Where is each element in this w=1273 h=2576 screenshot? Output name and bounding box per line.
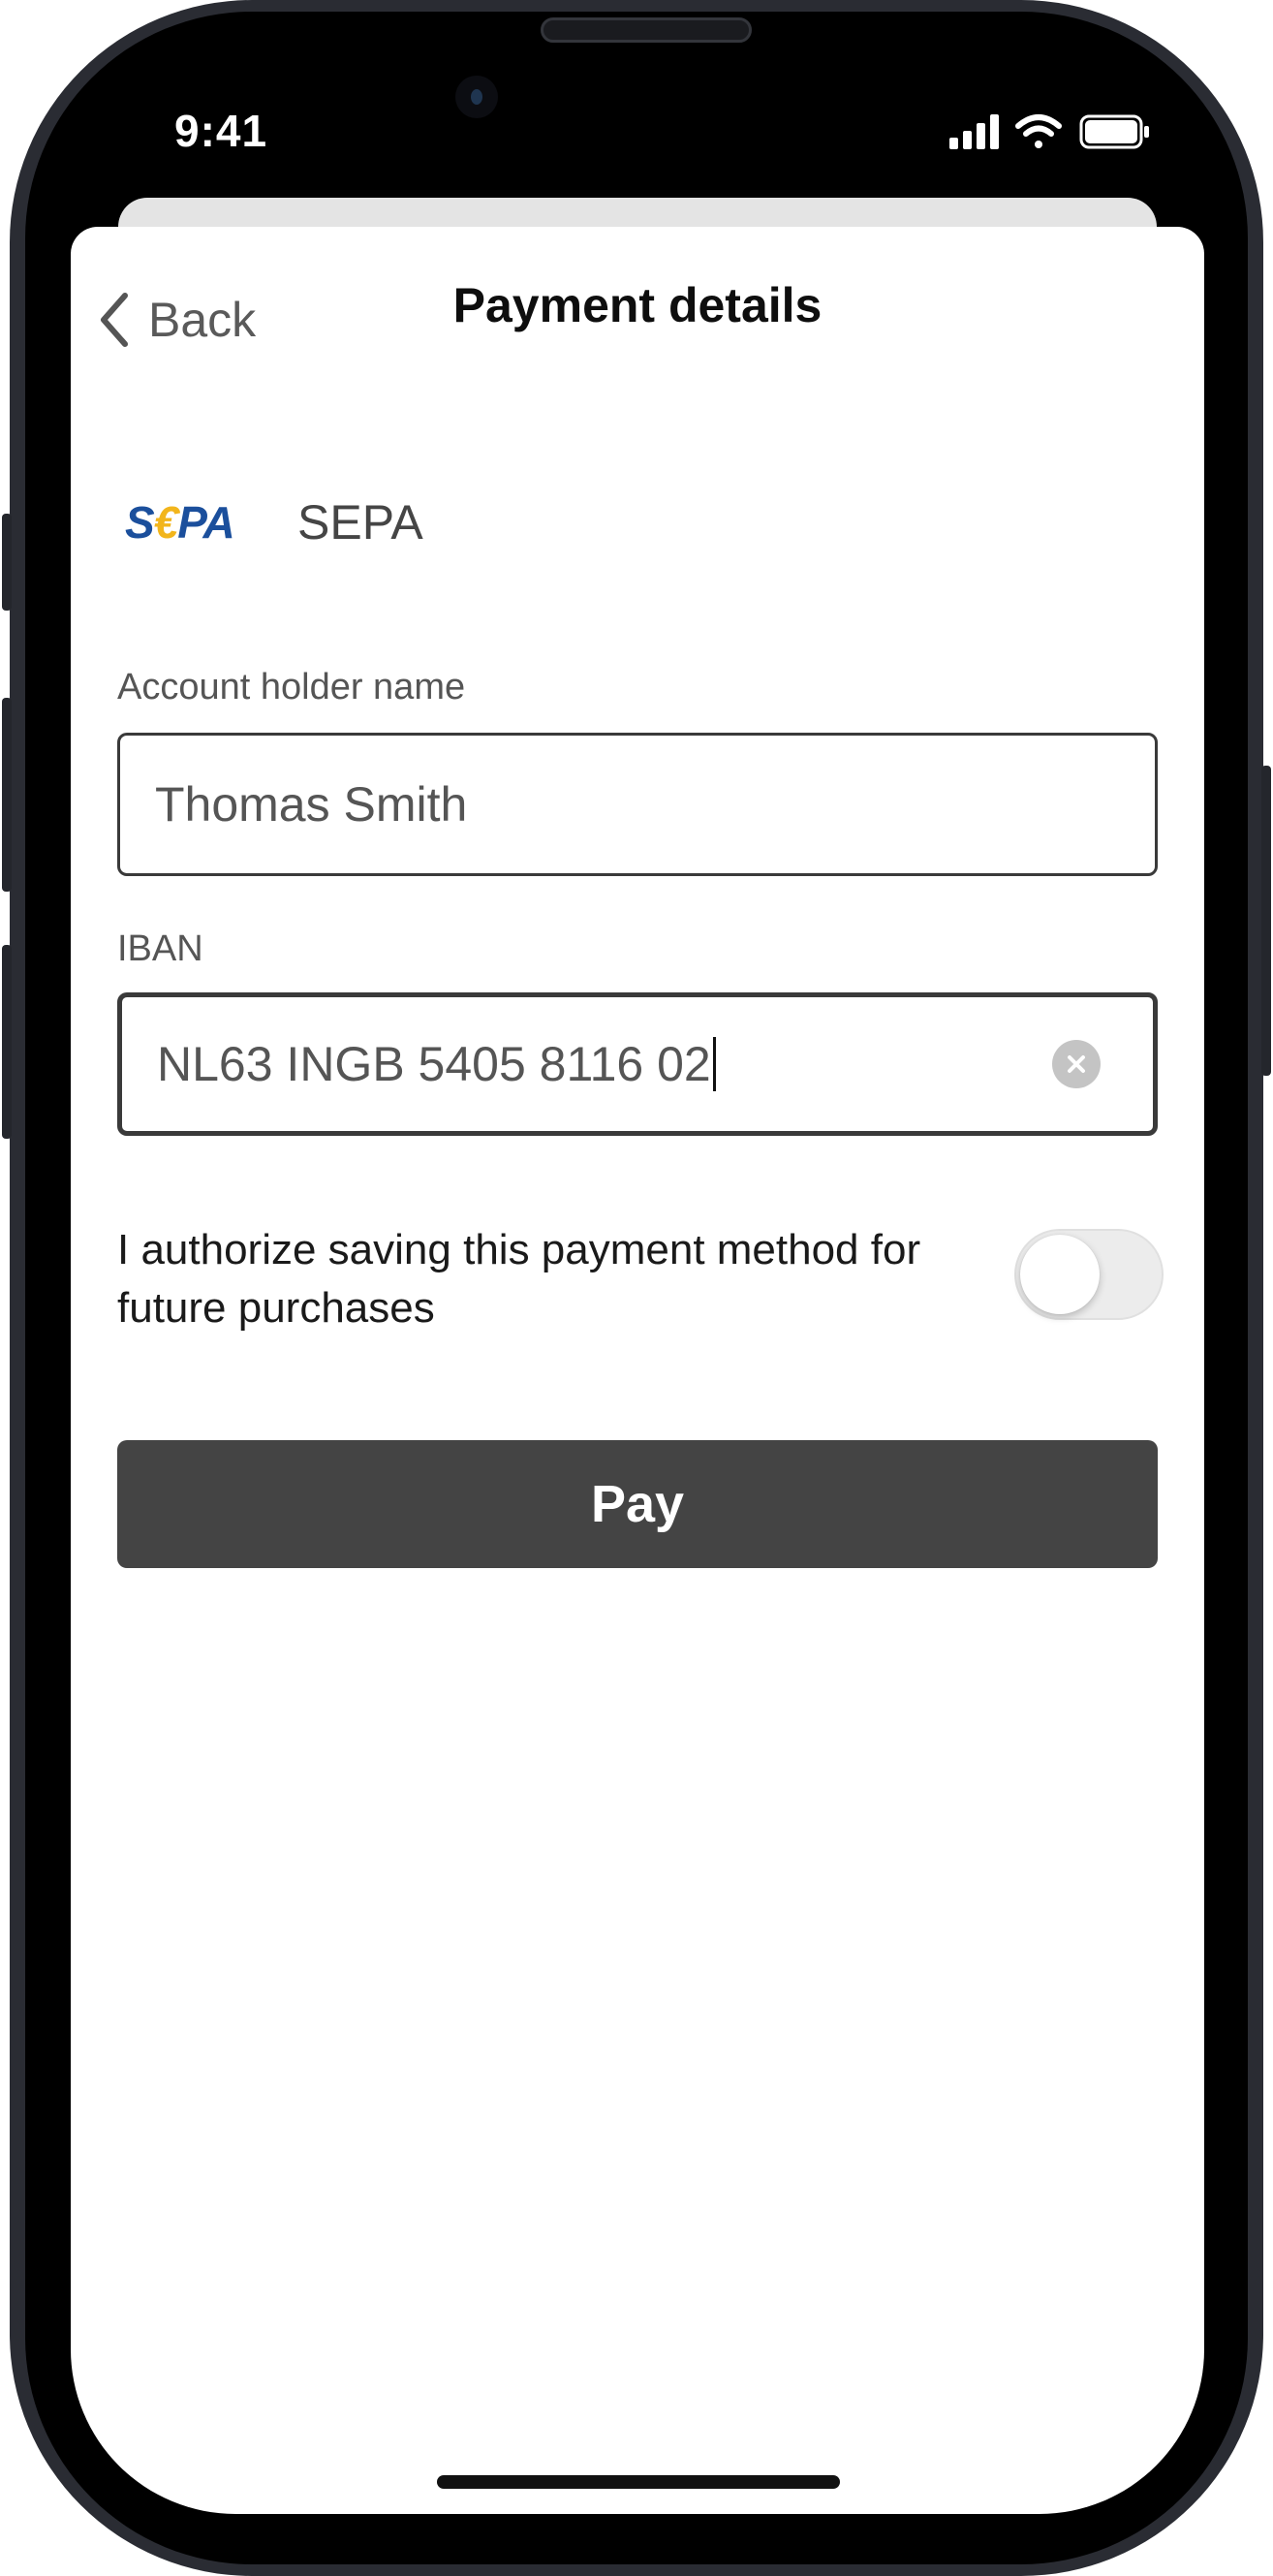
account-holder-value: Thomas Smith — [155, 777, 468, 832]
pay-button[interactable]: Pay — [117, 1440, 1158, 1568]
clear-iban-button[interactable] — [1052, 1040, 1101, 1088]
save-payment-consent-label: I authorize saving this payment method f… — [117, 1226, 921, 1332]
volume-up-button — [2, 698, 12, 892]
text-cursor — [712, 1037, 716, 1091]
iban-field[interactable]: NL63 INGB 5405 8116 02 — [117, 992, 1158, 1136]
payment-method-name: SEPA — [297, 495, 423, 550]
account-holder-field[interactable]: Thomas Smith — [117, 733, 1158, 876]
wifi-icon — [1015, 114, 1062, 148]
power-button — [1261, 766, 1271, 1076]
save-payment-toggle[interactable] — [1014, 1229, 1164, 1320]
close-icon — [1068, 1055, 1085, 1073]
page-title: Payment details — [452, 278, 823, 332]
cellular-signal-icon — [949, 114, 999, 149]
account-holder-label: Account holder name — [117, 667, 466, 707]
payment-details-sheet: Back Payment details S€PA SEPA Account h… — [71, 227, 1204, 2514]
home-indicator — [437, 2475, 840, 2489]
volume-down-button — [2, 945, 12, 1139]
toggle-knob — [1020, 1235, 1100, 1314]
iban-label: IBAN — [117, 928, 203, 969]
status-icons — [947, 112, 1151, 151]
iban-value: NL63 INGB 5405 8116 02 — [157, 1037, 711, 1091]
sepa-logo: S€PA — [125, 497, 235, 548]
action-button — [2, 514, 12, 611]
speaker-grille — [541, 17, 752, 43]
battery-icon — [1079, 114, 1149, 149]
camera-icon — [455, 76, 498, 118]
payment-method: S€PA SEPA — [125, 488, 423, 556]
status-time: 9:41 — [174, 106, 268, 156]
